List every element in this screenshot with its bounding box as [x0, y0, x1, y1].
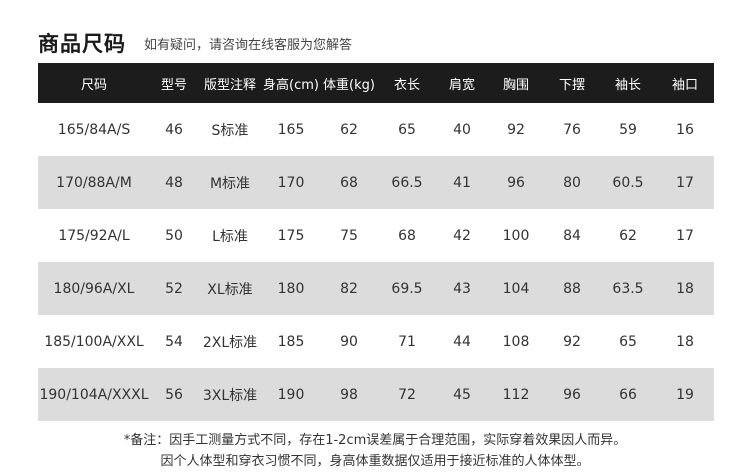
table-cell: 41: [436, 156, 488, 209]
table-row: 190/104A/XXXL 56 3XL标准 190 98 72 45 112 …: [38, 368, 714, 421]
table-cell: 190: [262, 368, 320, 421]
page-subtitle: 如有疑问，请咨询在线客服为您解答: [144, 38, 353, 53]
table-cell: 60.5: [600, 156, 656, 209]
table-row: 180/96A/XL 52 XL标准 180 82 69.5 43 104 88…: [38, 262, 714, 315]
column-header: 型号: [150, 63, 198, 103]
table-cell: 90: [320, 315, 378, 368]
table-cell: 165: [262, 103, 320, 156]
table-cell: 68: [320, 156, 378, 209]
table-cell: 170/88A/M: [38, 156, 150, 209]
column-header: 衣长: [378, 63, 436, 103]
table-cell: 170: [262, 156, 320, 209]
table-cell: 2XL标准: [198, 315, 262, 368]
column-header: 袖口: [656, 63, 714, 103]
table-cell: 75: [320, 209, 378, 262]
table-cell: 185: [262, 315, 320, 368]
table-cell: 76: [544, 103, 600, 156]
column-header: 下摆: [544, 63, 600, 103]
table-cell: 44: [436, 315, 488, 368]
table-cell: 185/100A/XXL: [38, 315, 150, 368]
table-cell: 180: [262, 262, 320, 315]
table-cell: 80: [544, 156, 600, 209]
table-cell: 59: [600, 103, 656, 156]
table-cell: 66.5: [378, 156, 436, 209]
column-header: 体重(kg): [320, 63, 378, 103]
table-cell: 98: [320, 368, 378, 421]
table-cell: 66: [600, 368, 656, 421]
table-row: 185/100A/XXL 54 2XL标准 185 90 71 44 108 9…: [38, 315, 714, 368]
table-cell: M标准: [198, 156, 262, 209]
table-cell: 71: [378, 315, 436, 368]
table-cell: 84: [544, 209, 600, 262]
table-cell: 88: [544, 262, 600, 315]
table-cell: 19: [656, 368, 714, 421]
table-row: 170/88A/M 48 M标准 170 68 66.5 41 96 80 60…: [38, 156, 714, 209]
column-header: 版型注释: [198, 63, 262, 103]
column-header: 身高(cm): [262, 63, 320, 103]
table-cell: 17: [656, 209, 714, 262]
table-cell: 82: [320, 262, 378, 315]
table-cell: XL标准: [198, 262, 262, 315]
table-cell: 62: [600, 209, 656, 262]
table-cell: 68: [378, 209, 436, 262]
table-cell: 50: [150, 209, 198, 262]
table-cell: 69.5: [378, 262, 436, 315]
table-cell: 104: [488, 262, 544, 315]
table-cell: 45: [436, 368, 488, 421]
footnote-line-1: *备注：因手工测量方式不同，存在1-2cm误差属于合理范围，实际穿着效果因人而异…: [123, 433, 627, 448]
table-cell: 190/104A/XXXL: [38, 368, 150, 421]
table-cell: 54: [150, 315, 198, 368]
table-cell: 65: [378, 103, 436, 156]
page-header: 商品尺码 如有疑问，请咨询在线客服为您解答: [38, 22, 352, 58]
table-cell: 175/92A/L: [38, 209, 150, 262]
table-cell: 63.5: [600, 262, 656, 315]
table-row: 175/92A/L 50 L标准 175 75 68 42 100 84 62 …: [38, 209, 714, 262]
table-cell: 17: [656, 156, 714, 209]
column-header: 袖长: [600, 63, 656, 103]
table-cell: 175: [262, 209, 320, 262]
table-cell: S标准: [198, 103, 262, 156]
table-cell: 40: [436, 103, 488, 156]
table-header-row: 尺码 型号 版型注释 身高(cm) 体重(kg) 衣长 肩宽 胸围 下摆 袖长 …: [38, 63, 714, 103]
table-cell: 65: [600, 315, 656, 368]
table-cell: 92: [544, 315, 600, 368]
table-cell: 43: [436, 262, 488, 315]
table-cell: 46: [150, 103, 198, 156]
column-header: 尺码: [38, 63, 150, 103]
table-cell: 180/96A/XL: [38, 262, 150, 315]
table-cell: 96: [488, 156, 544, 209]
table-cell: 165/84A/S: [38, 103, 150, 156]
table-cell: 96: [544, 368, 600, 421]
table-cell: 18: [656, 315, 714, 368]
table-cell: 16: [656, 103, 714, 156]
column-header: 肩宽: [436, 63, 488, 103]
table-cell: 56: [150, 368, 198, 421]
table-cell: 62: [320, 103, 378, 156]
size-chart-table: 尺码 型号 版型注释 身高(cm) 体重(kg) 衣长 肩宽 胸围 下摆 袖长 …: [38, 63, 714, 421]
table-cell: 52: [150, 262, 198, 315]
table-cell: 18: [656, 262, 714, 315]
table-cell: 48: [150, 156, 198, 209]
footnote-line-2: 因个人体型和穿衣习惯不同，身高体重数据仅适用于接近标准的人体体型。: [160, 454, 590, 469]
table-cell: 92: [488, 103, 544, 156]
table-row: 165/84A/S 46 S标准 165 62 65 40 92 76 59 1…: [38, 103, 714, 156]
page-title: 商品尺码: [38, 32, 126, 56]
table-cell: 42: [436, 209, 488, 262]
table-cell: 3XL标准: [198, 368, 262, 421]
footnote: *备注：因手工测量方式不同，存在1-2cm误差属于合理范围，实际穿着效果因人而异…: [0, 430, 750, 472]
table-cell: L标准: [198, 209, 262, 262]
table-cell: 100: [488, 209, 544, 262]
column-header: 胸围: [488, 63, 544, 103]
table-cell: 72: [378, 368, 436, 421]
table-cell: 112: [488, 368, 544, 421]
table-cell: 108: [488, 315, 544, 368]
